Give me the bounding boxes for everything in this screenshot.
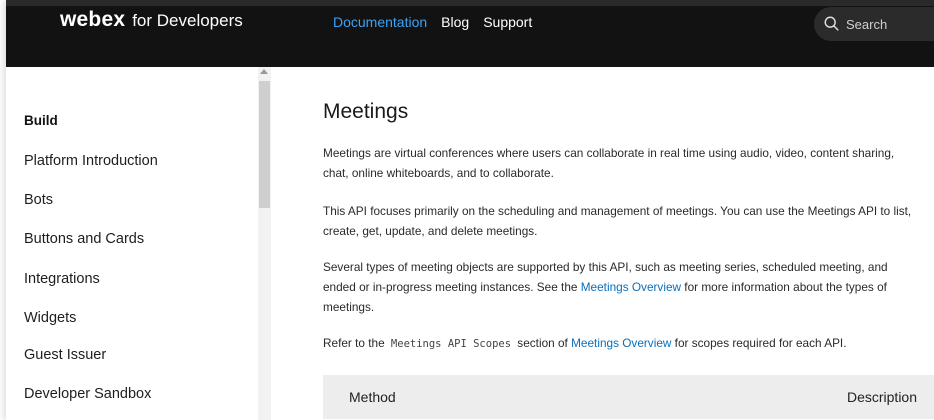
sidebar-item-bots[interactable]: Bots (24, 192, 53, 208)
sidebar-item-widgets[interactable]: Widgets (24, 310, 76, 326)
webex-developers-logo[interactable]: webex for Developers (60, 8, 243, 38)
sidebar-item-developer-sandbox[interactable]: Developer Sandbox (24, 386, 151, 402)
scopes-code: Meetings API Scopes (390, 338, 512, 350)
api-table-header: Method Description (323, 375, 934, 419)
sidebar-nav: Build Platform Introduction Bots Buttons… (6, 67, 262, 420)
scopes-text-3: for scopes required for each API. (671, 336, 847, 350)
column-header-method: Method (349, 389, 396, 405)
page-title: Meetings (323, 100, 409, 123)
nav-documentation[interactable]: Documentation (333, 14, 427, 30)
nav-support[interactable]: Support (483, 14, 532, 30)
search-placeholder[interactable]: Search (846, 17, 887, 32)
logo-subtitle: for Developers (132, 11, 243, 30)
column-header-description: Description (846, 389, 917, 405)
topbar-top-strip (6, 0, 934, 6)
browser-viewport: webex for Developers Documentation Blog … (6, 0, 934, 420)
sidebar-item-guest-issuer[interactable]: Guest Issuer (24, 347, 106, 363)
sidebar-scrollbar-thumb[interactable] (259, 81, 270, 208)
nav-blog[interactable]: Blog (441, 14, 469, 30)
meetings-overview-link[interactable]: Meetings Overview (581, 280, 681, 294)
meetings-overview-link-2[interactable]: Meetings Overview (571, 336, 671, 350)
main-content: Meetings Meetings are virtual conference… (271, 67, 934, 420)
meeting-types-paragraph: Several types of meeting objects are sup… (323, 257, 913, 317)
main-nav: Documentation Blog Support (333, 14, 532, 30)
sidebar-item-platform-introduction[interactable]: Platform Introduction (24, 153, 158, 169)
sidebar-heading-build: Build (24, 113, 58, 128)
top-navigation-bar: webex for Developers Documentation Blog … (6, 0, 934, 67)
scroll-up-arrow-icon[interactable] (260, 69, 268, 74)
api-focus-paragraph: This API focuses primarily on the schedu… (323, 204, 912, 238)
scopes-text-1: Refer to the (323, 336, 388, 350)
scopes-text-2: section of (514, 336, 572, 350)
search-box[interactable]: Search (814, 7, 934, 41)
scopes-paragraph: Refer to the Meetings API Scopes section… (323, 333, 913, 354)
logo-webex-text: webex (60, 8, 126, 31)
sidebar-item-integrations[interactable]: Integrations (24, 271, 100, 287)
sidebar-item-buttons-and-cards[interactable]: Buttons and Cards (24, 231, 144, 247)
intro-paragraph: Meetings are virtual conferences where u… (323, 146, 895, 180)
search-icon (824, 16, 839, 31)
